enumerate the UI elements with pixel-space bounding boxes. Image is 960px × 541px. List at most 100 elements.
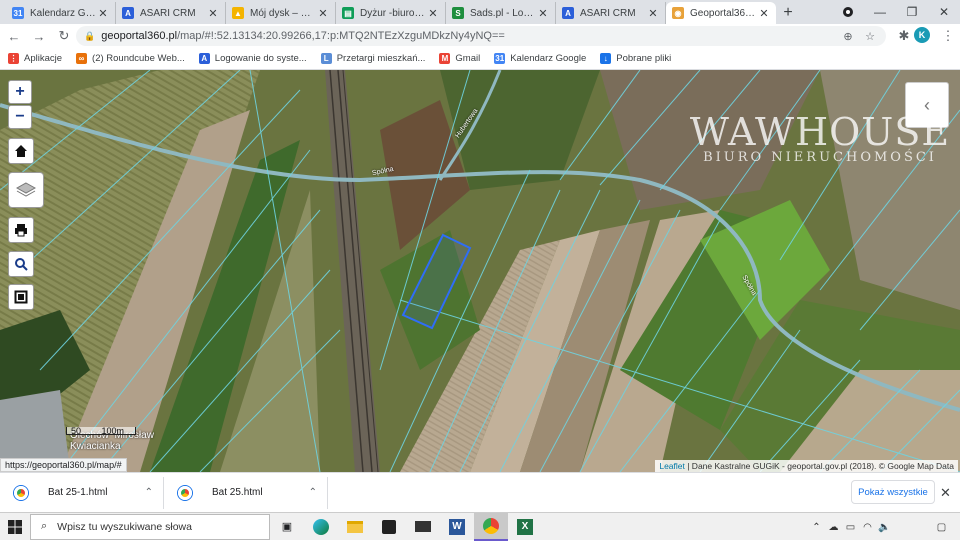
browser-tab[interactable]: A ASARI CRM ✕ [116, 2, 226, 24]
bookmark-item[interactable]: M Gmail [439, 53, 480, 64]
calendar-icon: 31 [494, 53, 506, 64]
apps-grid-icon: ⋮ [8, 53, 19, 64]
zoom-in-button[interactable]: + [8, 80, 32, 104]
close-icon[interactable]: ✕ [940, 485, 951, 501]
download-item[interactable]: Bat 25.html ⌃ [168, 476, 328, 509]
bookmark-item[interactable]: A Logowanie do syste... [198, 53, 307, 64]
bookmarks-bar: ⋮ Aplikacje ∞ (2) Roundcube Web... A Logowani… [0, 48, 960, 70]
reload-icon[interactable]: ↻ [53, 25, 75, 47]
bookmark-label: Kalendarz Google [510, 53, 587, 64]
browser-tab[interactable]: S Sads.pl - Logowa✕ [446, 2, 556, 24]
search-icon[interactable] [8, 251, 34, 277]
task-view-icon[interactable]: ▣ [270, 513, 304, 541]
watermark-logo: WAWHOUSE BIURO NIERUCHOMOŚCI [680, 110, 960, 165]
tab-label: Mój dysk – Dysk [250, 7, 317, 19]
close-tab-icon[interactable]: ✕ [97, 7, 109, 20]
word-icon[interactable]: W [440, 513, 474, 541]
tab-strip: 31Kalendarz Google✕AASARI CRM✕▲Mój dysk … [0, 0, 960, 24]
edge-icon[interactable] [304, 513, 338, 541]
battery-icon[interactable]: ▭ [842, 522, 859, 533]
browser-tab[interactable]: ▲ Mój dysk – Dysk ✕ [226, 2, 336, 24]
bookmark-item[interactable]: L Przetargi mieszkań... [320, 53, 425, 64]
przetargi-icon: L [320, 53, 332, 64]
back-icon[interactable]: ← [3, 25, 25, 47]
fullscreen-icon[interactable] [8, 284, 34, 310]
chevron-up-icon[interactable]: ⌃ [808, 522, 825, 533]
home-icon[interactable] [8, 138, 34, 164]
layers-icon[interactable] [8, 172, 44, 208]
bookmark-label: (2) Roundcube Web... [92, 53, 185, 64]
chrome-file-icon [178, 485, 192, 500]
taskbar-search-input[interactable]: ⌕ Wpisz tu wyszukiwane słowa [30, 513, 270, 540]
url-path: /map/#!:52.13134:20.99266,17:p:MTQ2NTEzX… [177, 30, 505, 42]
bookmark-label: Pobrane pliki [616, 53, 672, 64]
watermark-title: WAWHOUSE [689, 110, 951, 154]
mail-icon[interactable] [406, 513, 440, 541]
notifications-icon[interactable]: ▢ [933, 522, 950, 533]
zoom-icon[interactable]: ⊕ [840, 30, 856, 43]
windows-taskbar: ⌕ Wpisz tu wyszukiwane słowa ▣ W X ⌃ ☁ ▭… [0, 512, 960, 541]
file-explorer-icon[interactable] [338, 513, 372, 541]
close-tab-icon[interactable]: ✕ [537, 7, 549, 20]
bookmark-item[interactable]: ⋮ Aplikacje [8, 53, 62, 64]
show-all-downloads-button[interactable]: Pokaż wszystkie [851, 480, 935, 504]
system-tray: ⌃ ☁ ▭ ◠ 🔈 ▢ [808, 513, 960, 541]
extensions-icon[interactable]: ✱ [893, 25, 915, 47]
close-tab-icon[interactable]: ✕ [207, 7, 219, 20]
bookmark-star-icon[interactable]: ☆ [862, 30, 878, 43]
tab-label: Kalendarz Google [30, 7, 97, 19]
new-tab-button[interactable]: + [776, 2, 800, 24]
gmail-icon: M [439, 53, 451, 64]
browser-tab[interactable]: ◉ Geoportal360.pl ✕ [666, 2, 776, 24]
menu-icon[interactable]: ⋮ [937, 25, 959, 47]
browser-tab[interactable]: A ASARI CRM ✕ [556, 2, 666, 24]
bookmark-item[interactable]: ∞ (2) Roundcube Web... [76, 53, 185, 64]
sads-icon: S [452, 7, 464, 19]
close-tab-icon[interactable]: ✕ [317, 7, 329, 20]
print-icon[interactable] [8, 217, 34, 243]
store-icon[interactable] [372, 513, 406, 541]
bookmark-item[interactable]: ↓ Pobrane pliki [600, 53, 671, 64]
tab-search-icon[interactable] [832, 0, 864, 24]
roundcube-icon: ∞ [76, 53, 88, 64]
watermark-subtitle: BIURO NIERUCHOMOŚCI [703, 150, 937, 165]
network-icon[interactable]: ◠ [859, 522, 876, 533]
download-item[interactable]: Bat 25-1.html ⌃ [4, 476, 164, 509]
drive-icon: ▲ [232, 7, 244, 19]
address-bar[interactable]: 🔒 geoportal360.pl/map/#!:52.13134:20.992… [76, 26, 886, 46]
geoportal-icon: ◉ [672, 7, 684, 19]
bookmark-label: Gmail [455, 53, 481, 64]
chevron-up-icon[interactable]: ⌃ [309, 487, 317, 498]
bookmark-item[interactable]: 31 Kalendarz Google [494, 53, 586, 64]
browser-tab[interactable]: 31 Kalendarz Google✕ [6, 2, 116, 24]
close-tab-icon[interactable]: ✕ [758, 7, 770, 20]
asari-icon: A [198, 53, 210, 64]
tab-label: ASARI CRM [580, 7, 636, 19]
windows-start-icon[interactable] [0, 513, 30, 541]
sheets-icon: ▤ [342, 7, 354, 19]
chrome-icon[interactable] [474, 512, 508, 541]
volume-icon[interactable]: 🔈 [876, 522, 893, 533]
scale-bar: 50 100m [66, 427, 136, 436]
asari-icon: A [122, 7, 134, 19]
lock-icon[interactable]: 🔒 [84, 31, 95, 42]
chevron-up-icon[interactable]: ⌃ [145, 487, 153, 498]
chrome-file-icon [14, 485, 28, 500]
map-view[interactable]: + − ‹ WAWHOUSE BIURO NIERUCHOMOŚCI Spółn… [0, 70, 960, 472]
minimize-button[interactable]: — [864, 0, 896, 24]
maximize-button[interactable]: ❐ [896, 0, 928, 24]
close-tab-icon[interactable]: ✕ [647, 7, 659, 20]
profile-avatar[interactable]: K [914, 27, 930, 43]
close-window-button[interactable]: ✕ [928, 0, 960, 24]
close-tab-icon[interactable]: ✕ [427, 7, 439, 20]
calendar-icon: 31 [12, 7, 24, 19]
zoom-out-button[interactable]: − [8, 105, 32, 129]
leaflet-link[interactable]: Leaflet [659, 461, 685, 471]
tab-label: Dyżur -biuro na [360, 7, 427, 19]
status-url: https://geoportal360.pl/map/# [0, 458, 127, 472]
browser-tab[interactable]: ▤ Dyżur -biuro na ✕ [336, 2, 446, 24]
onedrive-icon[interactable]: ☁ [825, 522, 842, 533]
forward-icon[interactable]: → [28, 25, 50, 47]
tab-label: Sads.pl - Logowa [470, 7, 537, 19]
excel-icon[interactable]: X [508, 513, 542, 541]
